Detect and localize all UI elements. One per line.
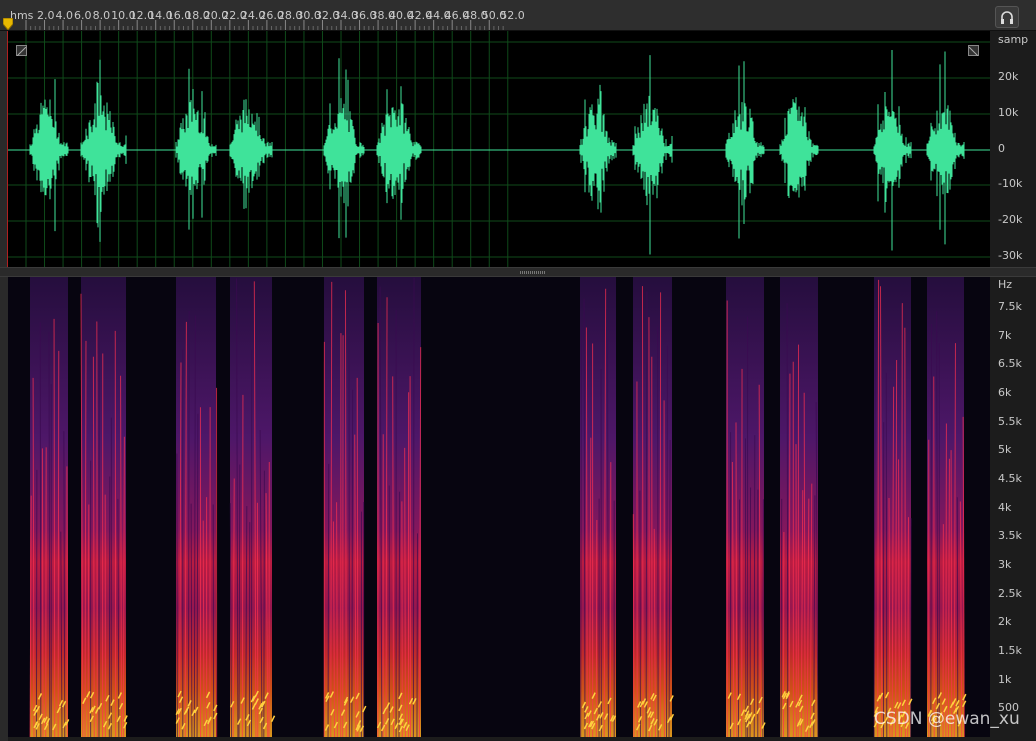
spectrogram-streak: [904, 327, 906, 738]
frequency-axis: Hz 7.5k 7k 6.5k 6k 5.5k 5k 4.5k 4k 3.5k …: [990, 277, 1036, 741]
waveform-segment: [779, 97, 819, 199]
waveform-segment: [579, 84, 617, 213]
waveform-segment: [323, 58, 365, 239]
spectrogram-streak: [416, 533, 418, 738]
time-ruler[interactable]: hms 2.0 4.0 6.0 8.0 10.0 12.0 14.0 16.0 18.0 20.0…: [0, 0, 1036, 31]
spectrogram-streak: [241, 394, 244, 738]
frequency-tick: 2.5k: [998, 587, 1022, 600]
watermark-text: CSDN @ewan_xu: [874, 709, 1020, 729]
spectrogram-display[interactable]: [8, 277, 990, 738]
spectrogram-streak: [762, 499, 764, 738]
frequency-tick: 3.5k: [998, 529, 1022, 542]
frequency-unit-label: Hz: [998, 278, 1013, 291]
spectrogram-streak: [39, 322, 42, 738]
frequency-tick: 6.5k: [998, 357, 1022, 370]
spectrogram-band: [633, 277, 672, 737]
spectrogram-streak: [57, 350, 60, 738]
waveform-segment: [229, 99, 273, 209]
frequency-tick: 6k: [998, 386, 1012, 399]
spectrogram-streak: [753, 435, 756, 738]
fade-out-handle-icon[interactable]: [968, 45, 979, 57]
spectrogram-streak: [53, 318, 56, 738]
waveform-segment: [926, 51, 965, 245]
waveform-canvas: [8, 31, 990, 267]
waveform-segment: [29, 79, 69, 232]
frequency-tick: 3k: [998, 558, 1012, 571]
amplitude-axis: samp 20k 10k 0 -10k -20k -30k: [990, 31, 1036, 267]
spectrogram-streak: [595, 520, 598, 738]
spectrogram-streak: [35, 469, 38, 738]
spectrogram-canvas: [29, 277, 967, 738]
spectrogram-streak: [41, 448, 44, 738]
spectrogram-streak: [641, 286, 644, 738]
frequency-tick: 2k: [998, 615, 1012, 628]
waveform-segment: [175, 68, 217, 230]
frequency-tick: 7.5k: [998, 300, 1022, 313]
waveform-segment: [873, 50, 912, 251]
spectrogram-streak: [910, 518, 912, 738]
spectrogram-streak: [885, 372, 888, 738]
spectrogram-streak: [263, 470, 265, 738]
spectrogram-streak: [744, 438, 747, 738]
frequency-tick: 5.5k: [998, 415, 1022, 428]
waveform-segment: [632, 55, 673, 255]
ruler-tick-label: 6.0: [74, 9, 92, 22]
spectrogram-band: [81, 277, 126, 737]
frequency-tick: 7k: [998, 329, 1012, 342]
spectrogram-streak: [945, 423, 947, 738]
amplitude-tick: -10k: [998, 177, 1023, 190]
spectrogram-streak: [735, 422, 738, 738]
ruler-tick-label: 8.0: [92, 9, 111, 22]
frequency-tick: 4k: [998, 501, 1012, 514]
frequency-tick: 5k: [998, 443, 1012, 456]
amplitude-tick: 10k: [998, 106, 1019, 119]
amplitude-unit-label: samp: [998, 33, 1029, 46]
spectrogram-streak: [108, 476, 111, 738]
frequency-tick: 4.5k: [998, 472, 1022, 485]
amplitude-tick: -30k: [998, 249, 1023, 262]
spectrogram-streak: [412, 277, 415, 738]
frequency-tick: 1.5k: [998, 644, 1022, 657]
amplitude-tick: 0: [998, 142, 1005, 155]
amplitude-tick: 20k: [998, 70, 1019, 83]
ruler-tick-label: 4.0: [55, 9, 74, 22]
spectrogram-streak: [950, 450, 953, 738]
spectrogram-streak: [632, 514, 635, 738]
amplitude-tick: -20k: [998, 213, 1023, 226]
waveform-segment: [376, 86, 422, 220]
waveform-display[interactable]: [8, 31, 990, 267]
spectrogram-streak: [786, 303, 789, 738]
waveform-segment: [80, 59, 127, 242]
ruler-tick-label: 52.0: [500, 9, 525, 22]
fade-in-handle-icon[interactable]: [16, 45, 27, 57]
ruler-tick-label: 2.0: [37, 9, 55, 22]
time-unit-label: hms: [10, 9, 34, 22]
panel-splitter[interactable]: [0, 267, 1036, 277]
waveform-segment: [725, 61, 765, 239]
splitter-grip-icon[interactable]: [520, 271, 546, 274]
frequency-tick: 1k: [998, 673, 1012, 686]
spectrogram-streak: [187, 311, 190, 738]
spectrogram-streak: [398, 491, 401, 738]
playhead-marker-icon[interactable]: [3, 18, 13, 30]
headphone-icon[interactable]: [995, 6, 1019, 28]
spectrogram-streak: [356, 377, 359, 738]
spectrogram-streak: [639, 490, 641, 738]
